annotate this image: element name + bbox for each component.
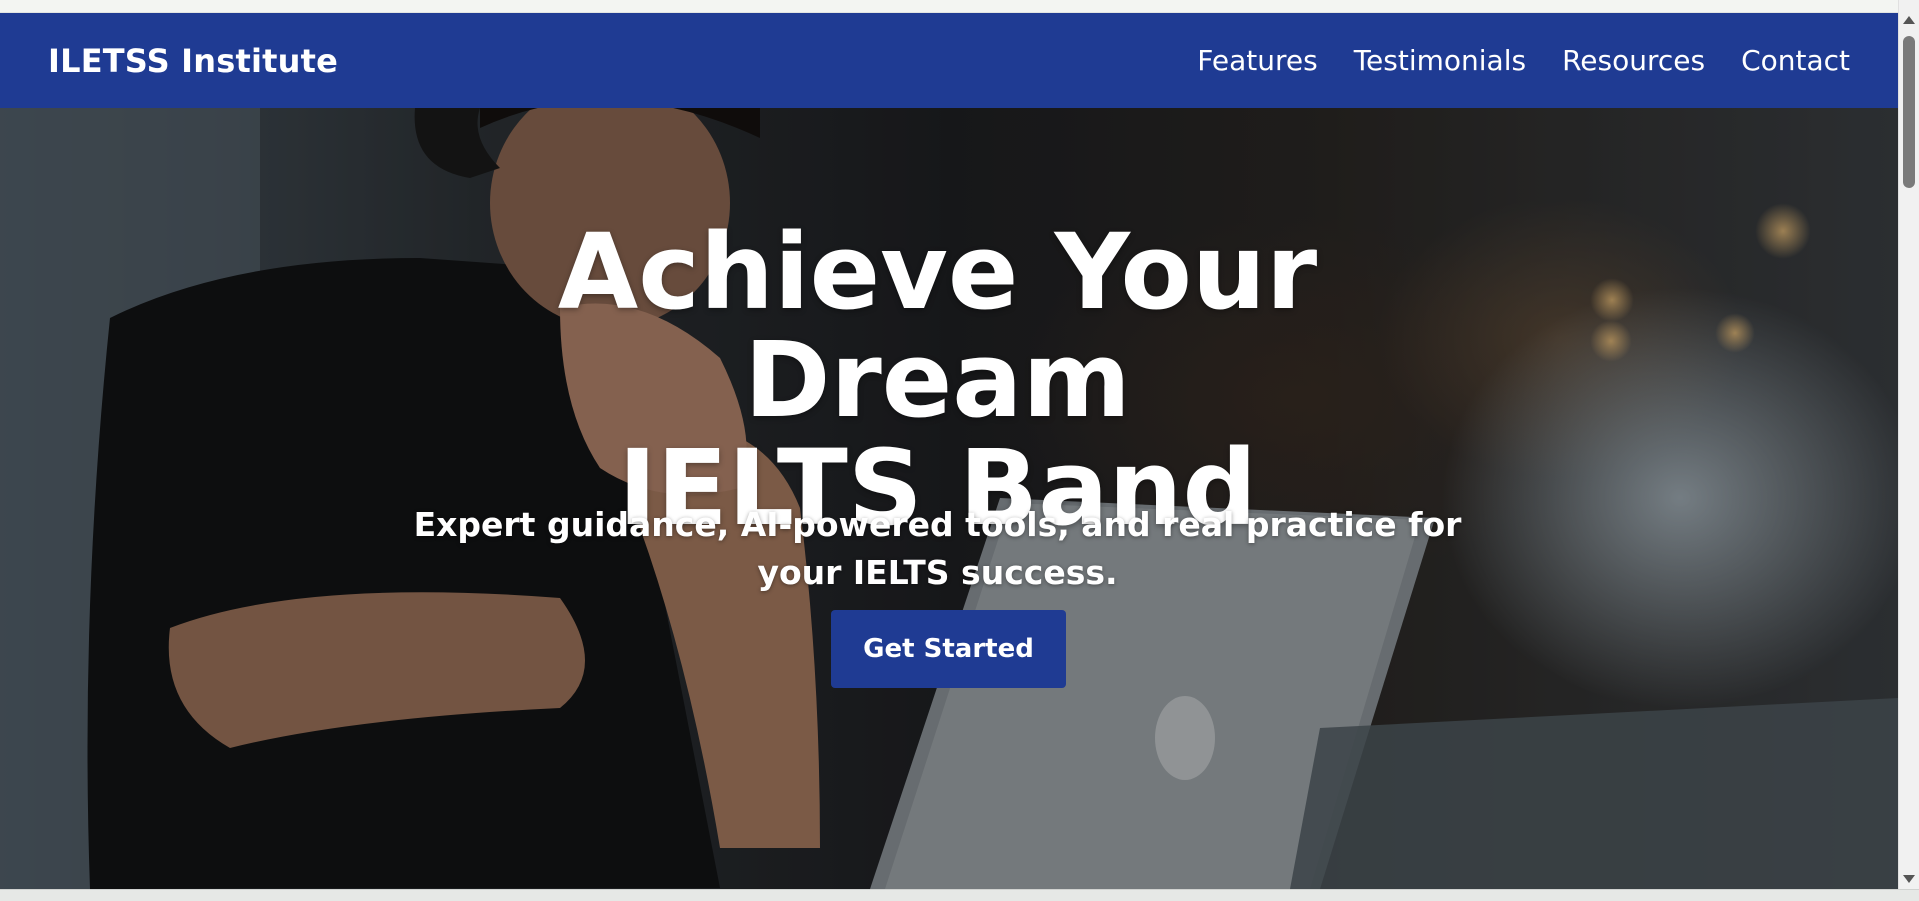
page-scrollbar[interactable] <box>1898 0 1919 889</box>
hero-section: Achieve Your Dream IELTS Band Expert gui… <box>0 108 1898 889</box>
browser-top-strip <box>0 0 1898 13</box>
hero-title-line1: Achieve Your Dream <box>557 211 1318 441</box>
scroll-thumb[interactable] <box>1903 36 1915 188</box>
nav-link-features[interactable]: Features <box>1197 44 1317 77</box>
hero-subtitle: Expert guidance, AI-powered tools, and r… <box>413 505 1462 592</box>
nav-link-contact[interactable]: Contact <box>1741 44 1850 77</box>
site-logo[interactable]: ILETSS Institute <box>48 42 338 80</box>
nav-link-resources[interactable]: Resources <box>1562 44 1705 77</box>
scroll-up-arrow-icon[interactable] <box>1903 16 1915 24</box>
browser-bottom-strip <box>0 889 1919 901</box>
nav-link-testimonials[interactable]: Testimonials <box>1354 44 1526 77</box>
get-started-button[interactable]: Get Started <box>831 610 1066 688</box>
browser-viewport: ILETSS Institute Features Testimonials R… <box>0 0 1919 901</box>
site-navbar: ILETSS Institute Features Testimonials R… <box>0 13 1898 108</box>
scroll-down-arrow-icon[interactable] <box>1903 875 1915 883</box>
main-nav: Features Testimonials Resources Contact <box>1197 44 1850 77</box>
hero-title: Achieve Your Dream IELTS Band <box>380 218 1495 542</box>
